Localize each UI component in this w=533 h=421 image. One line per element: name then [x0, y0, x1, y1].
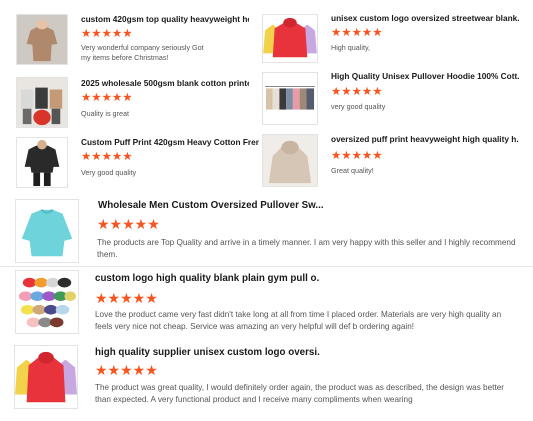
product-title[interactable]: oversized puff print heavyweight high qu…: [331, 134, 519, 144]
star-rating: ★★★★★: [95, 290, 158, 306]
star-rating: ★★★★★: [331, 27, 383, 39]
product-title[interactable]: custom logo high quality blank plain gym…: [95, 273, 320, 284]
product-image[interactable]: [15, 270, 79, 334]
review-text: High quality,: [331, 43, 371, 52]
product-image[interactable]: [262, 14, 318, 63]
product-image[interactable]: [14, 345, 78, 409]
review-text: The product was great quality, I would d…: [95, 383, 504, 404]
section-divider: [0, 266, 533, 267]
product-title[interactable]: high quality supplier unisex custom logo…: [95, 347, 320, 358]
review-text: Very wonderful company seriously Got my …: [81, 43, 204, 62]
product-title[interactable]: Wholesale Men Custom Oversized Pullover …: [98, 200, 323, 211]
star-rating: ★★★★★: [81, 92, 133, 104]
star-rating: ★★★★★: [81, 28, 133, 40]
review-text: Love the product came very fast didn't t…: [95, 310, 502, 331]
review-text: The products are Top Quality and arrive …: [97, 238, 516, 259]
product-image[interactable]: [16, 77, 68, 128]
product-image[interactable]: [16, 137, 68, 188]
product-title[interactable]: High Quality Unisex Pullover Hoodie 100%…: [331, 71, 519, 81]
product-image[interactable]: [15, 199, 79, 263]
star-rating: ★★★★★: [331, 86, 383, 98]
star-rating: ★★★★★: [81, 151, 133, 163]
product-title[interactable]: Custom Puff Print 420gsm Heavy Cotton Fr…: [81, 137, 259, 147]
star-rating: ★★★★★: [95, 362, 158, 378]
product-title[interactable]: 2025 wholesale 500gsm blank cotton print…: [81, 78, 249, 88]
product-image[interactable]: [16, 14, 68, 65]
review-text: very good quality: [331, 102, 386, 111]
review-text: Great quality!: [331, 166, 374, 175]
review-text: Very good quality: [81, 168, 137, 177]
product-image[interactable]: [262, 72, 318, 125]
review-text: Quality is great: [81, 109, 129, 118]
star-rating: ★★★★★: [331, 150, 383, 162]
product-title[interactable]: unisex custom logo oversized streetwear …: [331, 13, 519, 23]
product-title[interactable]: custom 420gsm top quality heavyweight ho…: [81, 14, 249, 24]
product-image[interactable]: [262, 134, 318, 187]
star-rating: ★★★★★: [97, 216, 160, 232]
